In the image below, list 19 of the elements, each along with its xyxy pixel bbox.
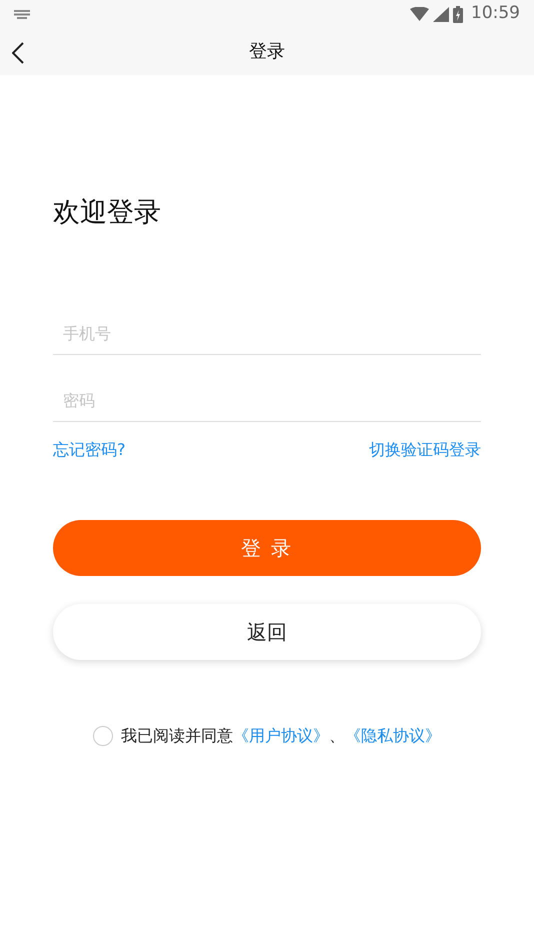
back-button[interactable]: 返回 [53,604,481,660]
user-agreement-link[interactable]: 《用户协议》 [233,724,329,748]
separator-text: 、 [329,725,345,748]
keyboard-icon [14,10,30,18]
login-button[interactable]: 登 录 [53,520,481,576]
wifi-icon [410,7,429,21]
forgot-password-link[interactable]: 忘记密码? [53,438,126,462]
switch-login-link[interactable]: 切换验证码登录 [369,438,481,462]
page-title: 登录 [249,40,285,64]
password-field[interactable]: 密码 [53,379,481,422]
agreement-text: 我已阅读并同意 [121,725,233,748]
signal-icon [433,6,449,22]
back-button[interactable] [12,40,24,64]
status-time: 10:59 [471,2,520,26]
privacy-policy-link[interactable]: 《隐私协议》 [345,724,441,748]
agree-checkbox[interactable] [93,726,113,746]
phone-field[interactable]: 手机号 [53,312,481,356]
battery-icon [453,6,463,22]
welcome-heading: 欢迎登录 [53,196,162,230]
